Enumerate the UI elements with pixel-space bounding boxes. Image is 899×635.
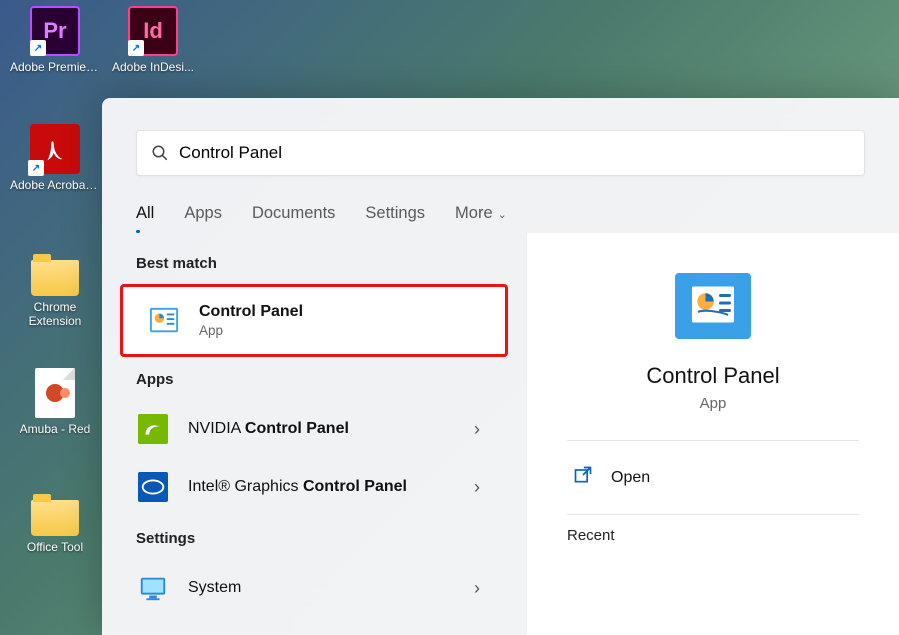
tab-apps[interactable]: Apps xyxy=(184,204,222,223)
start-search-panel: All Apps Documents Settings More ⌄ Best … xyxy=(102,98,899,635)
desktop-icon-label: Adobe Acrobat DC xyxy=(10,178,100,192)
search-box[interactable] xyxy=(136,130,865,176)
desktop-icon-label: Amuba - Red xyxy=(20,422,91,436)
nvidia-icon xyxy=(136,412,170,446)
result-title: System xyxy=(188,579,456,597)
settings-header: Settings xyxy=(102,516,526,559)
search-input[interactable] xyxy=(179,143,850,163)
search-tabs: All Apps Documents Settings More ⌄ xyxy=(102,176,899,233)
desktop-icon-amuba[interactable]: Amuba - Red xyxy=(10,368,100,436)
details-title: Control Panel xyxy=(646,363,779,389)
tab-settings[interactable]: Settings xyxy=(365,204,425,223)
shortcut-arrow-icon: ↗ xyxy=(128,40,144,56)
tab-documents[interactable]: Documents xyxy=(252,204,335,223)
open-icon xyxy=(573,465,593,490)
folder-icon xyxy=(31,500,79,536)
powerpoint-doc-icon xyxy=(35,368,75,418)
chevron-right-icon: › xyxy=(474,477,480,498)
desktop-icon-label: Adobe InDesi... xyxy=(112,60,194,74)
open-action[interactable]: Open xyxy=(567,441,859,514)
result-title: NVIDIA Control Panel xyxy=(188,420,456,438)
details-pane: Control Panel App Open Recent xyxy=(526,233,899,635)
control-panel-large-icon xyxy=(675,273,751,339)
desktop-icon-label: Adobe Premiere Pr... xyxy=(10,60,100,74)
desktop-icon-premiere[interactable]: Pr ↗ Adobe Premiere Pr... xyxy=(10,6,100,74)
desktop-icon-acrobat[interactable]: ↗ Adobe Acrobat DC xyxy=(10,124,100,192)
result-intel-graphics-control-panel[interactable]: Intel® Graphics Control Panel › xyxy=(120,458,508,516)
result-control-panel[interactable]: Control Panel App xyxy=(120,284,508,357)
chevron-down-icon: ⌄ xyxy=(495,209,507,221)
control-panel-icon xyxy=(147,304,181,338)
chevron-right-icon: › xyxy=(474,419,480,440)
results-column: Best match Control Panel App Apps NVIDIA… xyxy=(102,233,526,635)
search-icon xyxy=(151,144,169,162)
apps-header: Apps xyxy=(102,357,526,400)
acrobat-icon xyxy=(40,134,70,164)
result-system[interactable]: System › xyxy=(120,559,508,617)
shortcut-arrow-icon: ↗ xyxy=(30,40,46,56)
recent-header: Recent xyxy=(567,527,615,544)
desktop-icon-indesign[interactable]: Id ↗ Adobe InDesi... xyxy=(108,6,198,74)
monitor-icon xyxy=(136,571,170,605)
result-title: Control Panel xyxy=(199,303,481,321)
intel-icon xyxy=(136,470,170,504)
chevron-right-icon: › xyxy=(474,578,480,599)
best-match-header: Best match xyxy=(102,241,526,284)
shortcut-arrow-icon: ↗ xyxy=(28,160,44,176)
tab-more[interactable]: More ⌄ xyxy=(455,204,507,223)
divider xyxy=(567,514,859,515)
tab-all[interactable]: All xyxy=(136,204,154,223)
folder-icon xyxy=(31,260,79,296)
desktop-icon-label: Office Tool xyxy=(27,540,83,554)
open-label: Open xyxy=(611,469,650,487)
desktop-icon-label: Chrome Extension xyxy=(10,300,100,328)
desktop-icon-chrome-extension[interactable]: Chrome Extension xyxy=(10,252,100,328)
result-title: Intel® Graphics Control Panel xyxy=(188,478,456,496)
details-subtitle: App xyxy=(700,395,727,412)
desktop-icon-office-tool[interactable]: Office Tool xyxy=(10,492,100,554)
result-subtitle: App xyxy=(199,323,481,338)
result-nvidia-control-panel[interactable]: NVIDIA Control Panel › xyxy=(120,400,508,458)
